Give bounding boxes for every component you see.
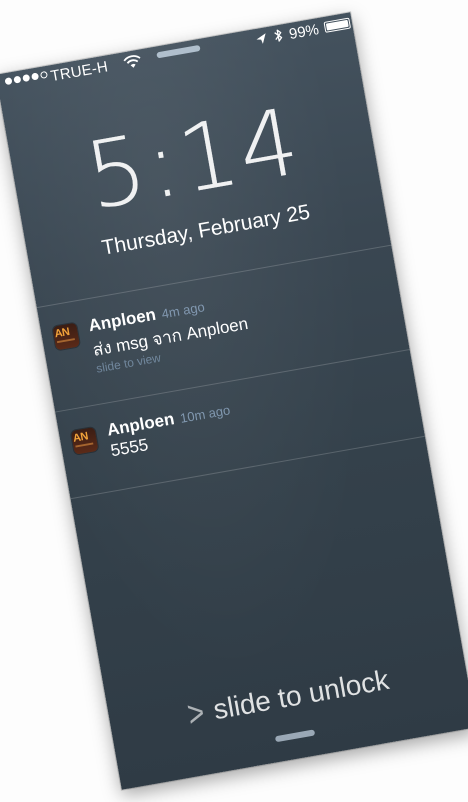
anploen-app-icon: AN [52,322,81,351]
bluetooth-icon [274,29,283,42]
signal-dot [22,73,31,83]
battery-level-fill [325,19,349,31]
wifi-icon [123,55,141,68]
screenshot-stage: TRUE-H 99% 5:14 Thursday, February 25 AN… [0,0,468,802]
notification-header: Anploen 10m ago [105,399,231,440]
signal-dot [13,75,22,84]
carrier-name: TRUE-H [49,58,110,86]
location-icon [256,33,266,44]
chevron-right-icon: > [184,691,208,735]
battery-percentage: 99% [287,21,321,44]
signal-dot [31,72,40,81]
signal-dot [4,77,13,86]
anploen-app-icon: AN [70,426,99,455]
slide-to-unlock-label: slide to unlock [211,663,392,726]
slide-to-unlock[interactable]: > slide to unlock [108,650,468,744]
status-bar: TRUE-H 99% [0,12,354,98]
signal-dot-empty [39,70,49,79]
signal-strength-icon [4,70,49,86]
notification-time: 10m ago [178,402,232,426]
notification-center-grabber[interactable] [156,44,201,59]
battery-icon [323,17,352,33]
lock-screen: TRUE-H 99% 5:14 Thursday, February 25 AN… [0,12,468,790]
control-center-grabber[interactable] [274,729,316,743]
